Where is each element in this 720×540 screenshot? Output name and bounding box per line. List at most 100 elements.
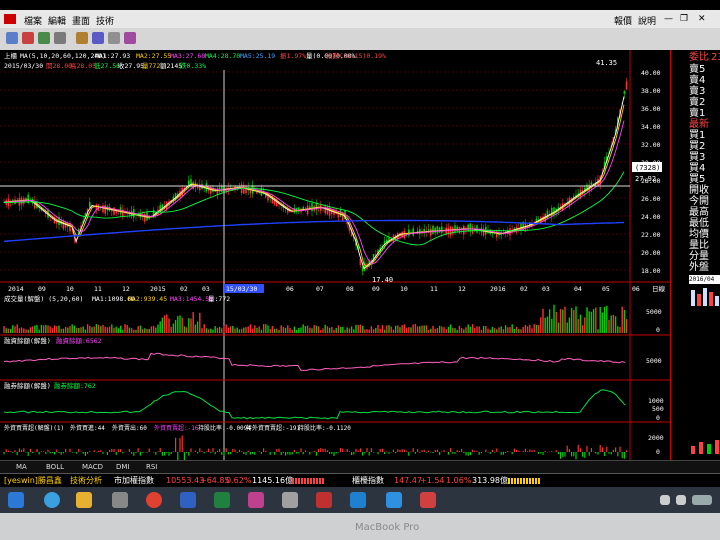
tab-rsi[interactable]: RSI [146,463,157,471]
volume-bar [579,314,582,333]
foreign-bar [428,450,430,452]
volume-bar [581,325,584,333]
chart-area[interactable]: 上櫃 MA(5,10,20,60,120,240) MA1:27.93 MA2:… [0,50,670,460]
media-icon[interactable] [112,492,128,508]
candle-body [89,202,91,208]
menu-edit[interactable]: 編輯 [48,14,66,27]
bid-5[interactable]: 買5 [689,174,705,185]
minimize-button[interactable]: — [664,14,673,24]
x-tick-label: 02 [180,285,188,293]
toolbar-chart-icon[interactable] [76,32,88,44]
tray-volume-icon[interactable] [676,495,686,505]
volume-bar [306,325,309,333]
volume-bar [383,329,386,333]
toolbar-setting-icon[interactable] [124,32,136,44]
foreign-bar [3,452,5,455]
open-value: 開28.00 [46,62,72,70]
ask-3[interactable]: 賣3 [689,86,705,97]
toolbar-zoom-icon[interactable] [54,32,66,44]
tray-clock[interactable] [692,495,712,505]
explorer-icon[interactable] [76,492,92,508]
close-button[interactable]: ✕ [698,14,706,24]
foreign-bar [626,450,628,452]
ask-1[interactable]: 賣1 [689,108,705,119]
ask-2[interactable]: 賣2 [689,97,705,108]
bid-1[interactable]: 買1 [689,130,705,141]
bid-4[interactable]: 買4 [689,163,705,174]
ask-5[interactable]: 賣5 [689,64,705,75]
excel-icon[interactable] [214,492,230,508]
volume-bar [51,328,54,333]
menu-file[interactable]: 檔案 [24,14,42,27]
volume-bar [625,319,628,333]
volume-ma2: MA2:939.45 [128,295,167,303]
foreign-bar [76,452,78,454]
tab-macd[interactable]: MACD [82,463,103,471]
toolbar-print-icon[interactable] [108,32,120,44]
foreign-bar [331,452,333,454]
high-value: 高28.05 [70,61,96,70]
foreign-bar [38,452,40,455]
tab-boll[interactable]: BOLL [46,463,64,471]
menu-quote[interactable]: 報價 [614,14,632,27]
bid-3[interactable]: 買3 [689,152,705,163]
toolbar-add-icon[interactable] [38,32,50,44]
foreign-bar [516,449,518,452]
ie-icon[interactable] [44,492,60,508]
onenote-icon[interactable] [248,492,264,508]
app-extra-icon[interactable] [386,492,402,508]
menu-view[interactable]: 畫面 [72,14,90,27]
volume-bar [487,328,489,333]
start-icon[interactable] [8,492,24,508]
foreign-bar [425,452,427,453]
volume-bar [337,325,340,333]
volume-label: 成交量(解盤) (5,20,60) [4,294,83,303]
foreign-bar [315,452,317,456]
ask-4[interactable]: 賣4 [689,75,705,86]
foreign-bar [170,452,172,454]
foreign-bar [260,452,262,454]
menu-tech[interactable]: 技術 [96,14,114,27]
chrome-icon[interactable] [146,492,162,508]
foreign-bar [18,448,20,452]
toolbar-draw-icon[interactable] [92,32,104,44]
trading-app-icon[interactable] [420,492,436,508]
foreign-bar [223,452,225,456]
volume-bar [390,326,392,333]
volume-bar [438,325,441,333]
tab-dmi[interactable]: DMI [116,463,130,471]
volume-bar [432,325,434,333]
foreign-bar [93,450,95,452]
volume-bar [122,329,124,333]
close-value: 收27.95 [118,61,144,70]
bid-2[interactable]: 買2 [689,141,705,152]
candle-body [311,203,313,212]
price-tick-label: 24.00 [641,213,661,221]
tab-ma[interactable]: MA [16,463,27,471]
foreign-bar [236,452,238,453]
app-icon[interactable] [4,14,16,24]
foreign-bar [203,452,205,454]
volume-bar [588,311,590,333]
volume-bar [130,328,133,333]
word-icon[interactable] [180,492,196,508]
toolbar-close-icon[interactable] [22,32,34,44]
maximize-button[interactable]: ❐ [680,14,688,24]
volume-ma3: MA3:1454.50 [170,295,213,303]
volume-bar [498,327,500,333]
volume-bar [280,325,282,333]
foreign-bar [373,452,375,453]
volume-bar [269,328,271,333]
mail-icon[interactable] [350,492,366,508]
powerpoint-icon[interactable] [316,492,332,508]
toolbar-open-icon[interactable] [6,32,18,44]
volume-bar [304,326,307,333]
settings-icon[interactable] [282,492,298,508]
foreign-bar [584,452,586,458]
volume-bar [344,329,346,333]
foreign-bar [234,449,236,452]
tray-network-icon[interactable] [660,495,670,505]
menu-help[interactable]: 說明 [638,14,656,27]
field-high: 最高 [689,207,709,218]
status-bar: [yeswin]勝昌鑫 技術分析 市加權指數 10553.43 +64.85 0… [0,473,720,488]
